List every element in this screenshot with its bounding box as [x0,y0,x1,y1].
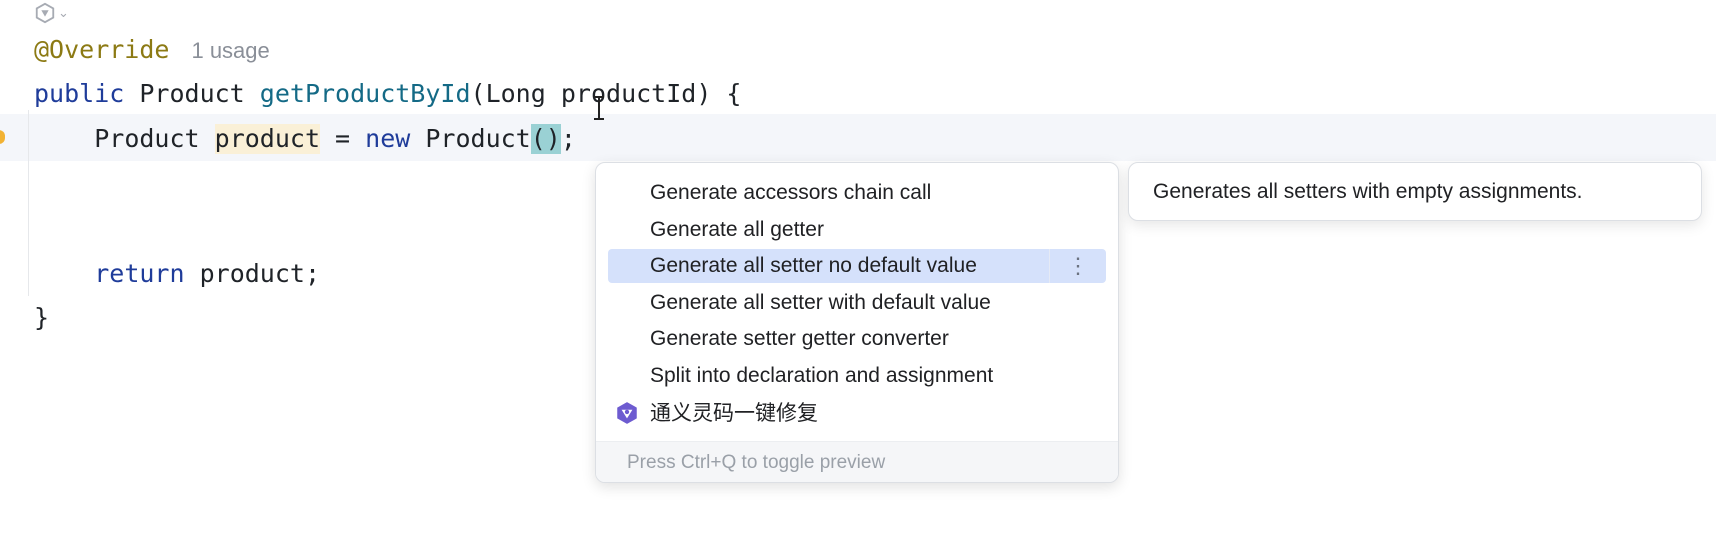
annotation-token: @Override [34,35,170,64]
method-name: getProductById [259,79,471,108]
mouse-ibeam-cursor [594,96,604,120]
param-name: productId [560,79,697,108]
preview-description: Generates all setters with empty assignm… [1153,180,1583,203]
decl-type: Product [94,124,200,153]
menu-item-label: Generate all setter with default value [650,291,991,314]
constructor-parens: () [530,124,561,154]
indent-guide [28,110,29,296]
assign-op: = [320,124,366,153]
usage-hint-link[interactable]: 1 usage [191,38,269,63]
menu-item-label: Generate all setter no default value [650,254,977,277]
variable-product: product [214,124,320,154]
popup-footer: Press Ctrl+Q to toggle preview [596,441,1118,482]
more-options-icon[interactable]: ⋮ [1049,249,1106,283]
menu-item-accessors-chain[interactable]: Generate accessors chain call [608,176,1106,210]
code-line-signature: public Product getProductById(Long produ… [34,79,741,109]
menu-item-label: Generate all getter [650,218,824,241]
semicolon: ; [560,124,576,153]
menu-item-all-getter[interactable]: Generate all getter [608,213,1106,247]
code-line-return: return product; [34,259,320,289]
tongyi-icon [617,402,637,424]
close-paren-brace: ) { [696,79,742,108]
menu-item-setter-with-default[interactable]: Generate all setter with default value [608,286,1106,320]
param-type: Long [485,79,546,108]
tongyi-icon [35,2,55,24]
code-line-annotation: @Override 1 usage [34,35,270,66]
intention-actions-popup: Generate accessors chain call Generate a… [595,162,1119,483]
return-type: Product [139,79,245,108]
menu-item-label: Split into declaration and assignment [650,364,994,387]
keyword-return: return [94,259,185,288]
closing-brace: } [34,303,50,332]
menu-item-label: Generate setter getter converter [650,327,949,350]
return-value: product; [199,259,321,288]
code-line-declaration: Product product = new Product(); [34,124,576,154]
keyword-new: new [365,124,411,153]
keyword-public: public [34,79,125,108]
menu-item-label: 通义灵码一键修复 [650,402,818,425]
footer-hint: Press Ctrl+Q to toggle preview [627,452,886,473]
open-paren: ( [470,79,486,108]
constructor-name: Product [425,124,531,153]
code-line-close: } [34,303,49,333]
menu-item-setter-getter-converter[interactable]: Generate setter getter converter [608,322,1106,356]
menu-item-setter-no-default[interactable]: Generate all setter no default value ⋮ [608,249,1106,283]
menu-item-label: Generate accessors chain call [650,181,932,204]
intention-preview-panel: Generates all setters with empty assignm… [1128,162,1702,221]
chevron-down-icon: ⌄ [58,5,69,20]
menu-item-split-declaration[interactable]: Split into declaration and assignment [608,359,1106,393]
ai-assistant-gutter-button[interactable]: ⌄ [34,2,69,24]
menu-item-tongyi-fix[interactable]: 通义灵码一键修复 [608,395,1106,429]
